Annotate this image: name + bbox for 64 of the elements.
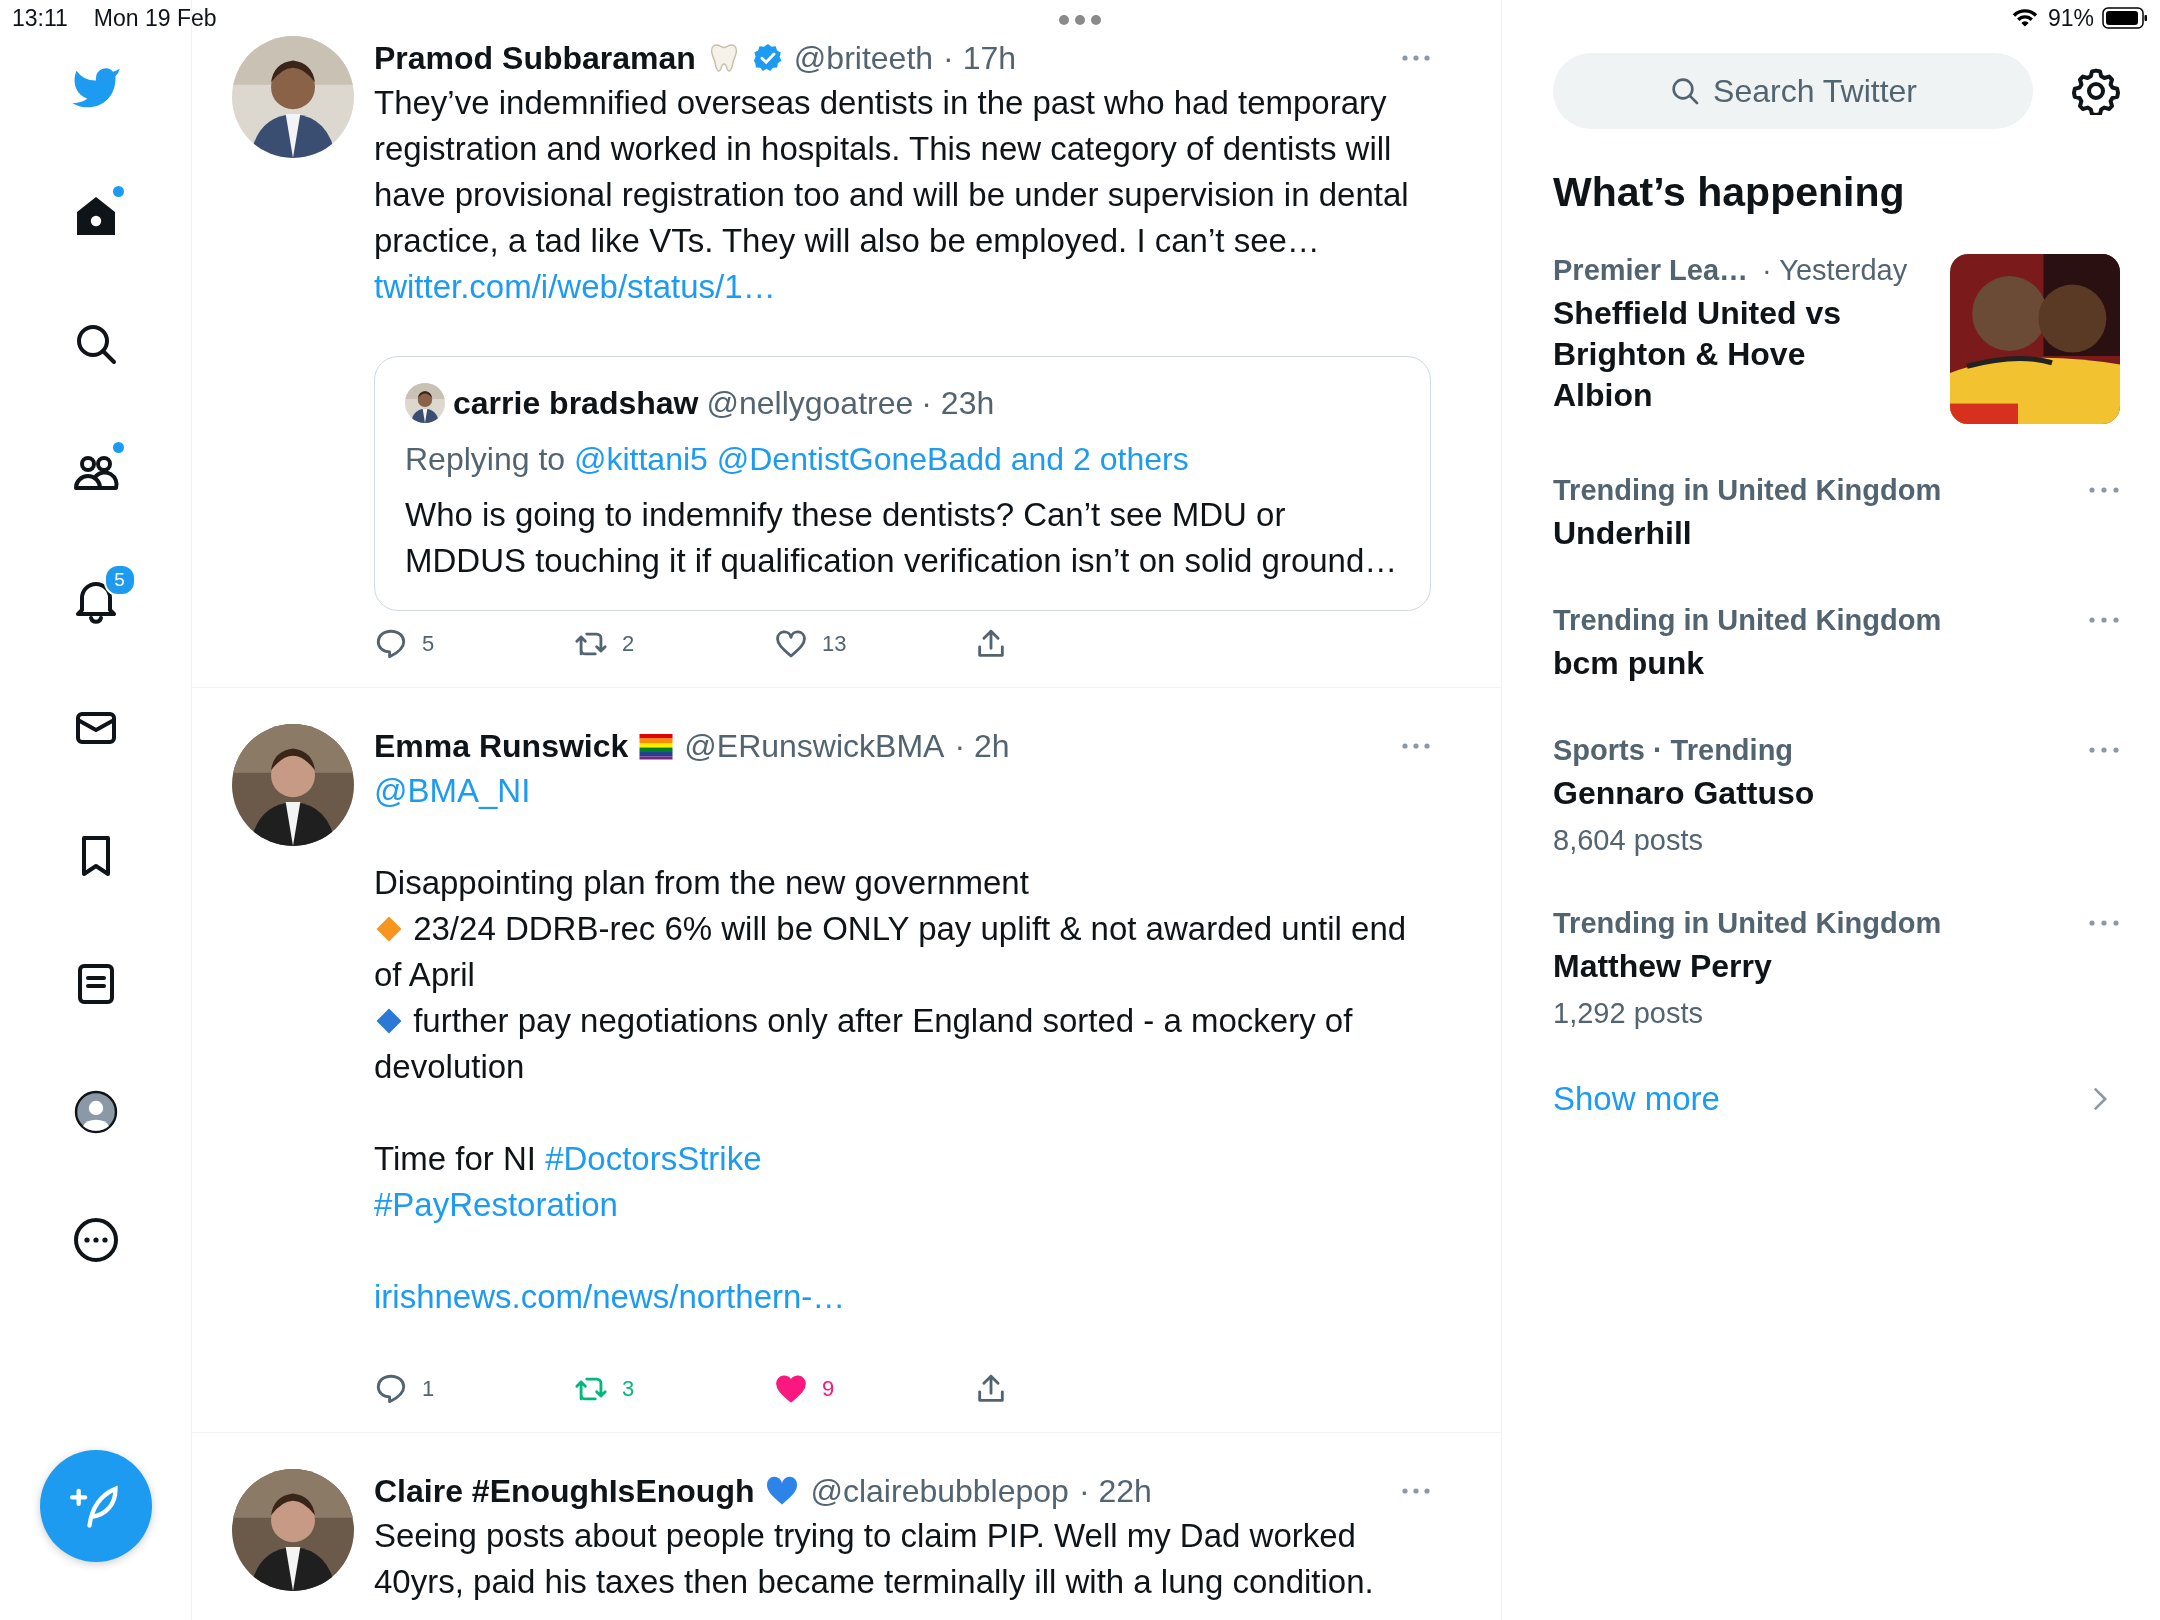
trend-item[interactable]: Trending in United Kingdom Matthew Perry 1,292 posts [1553, 907, 2120, 1030]
author-handle[interactable]: @clairebubblepop [810, 1472, 1069, 1510]
replying-to-text: Replying to @kittani5 @DentistGoneBadd and 2 others [405, 441, 1190, 478]
tweet-text: Time for NI #DoctorsStrike [374, 1139, 763, 1179]
trend-item[interactable]: Sports · Trending Gennaro Gattuso 8,604 posts [1553, 734, 2120, 857]
settings-icon[interactable] [2072, 67, 2120, 115]
trend-category: Premier Lea… [1553, 254, 1749, 286]
section-heading: What’s happening [1553, 169, 1906, 216]
action-count: 1 [422, 1376, 435, 1402]
author-name[interactable]: Pramod Subbaraman [374, 39, 696, 77]
more-options-icon[interactable] [2088, 744, 2120, 756]
author-name[interactable]: Claire #EnoughIsEnough [374, 1472, 755, 1510]
more-options-icon[interactable] [1401, 54, 1431, 62]
trend-title: Matthew Perry [1553, 947, 1773, 986]
more-options-icon[interactable] [1401, 1487, 1431, 1495]
trend-title: bcm punk [1553, 644, 1706, 683]
trend-item[interactable]: Trending in United Kingdom Underhill [1553, 474, 2120, 554]
compose-button[interactable] [40, 1450, 152, 1562]
more-options-icon[interactable] [2088, 917, 2120, 929]
tweet-time: · 22h [1078, 1472, 1152, 1510]
more-options-icon[interactable] [2088, 614, 2120, 626]
status-date: Mon 19 Feb [93, 4, 217, 32]
author-handle[interactable]: @ERunswickBMA [684, 727, 945, 765]
tweet-time: · 17h [943, 39, 1016, 77]
author-name[interactable]: Emma Runswick [374, 727, 629, 765]
battery-icon [2102, 7, 2148, 29]
author-handle[interactable]: @nellygoatree [706, 384, 914, 422]
tweet-text: Seeing posts about people trying to claim PIP. Well my Dad worked 40yrs, paid his taxes then became terminally ill with a lung condition. [374, 1516, 1375, 1602]
trend-time: · Yesterday [1762, 254, 1908, 286]
tweet-text: They’ve indemnified overseas dentists in the past who had temporary registration and worked in hospitals. This new category of dentists will have provisional registration too and will be under supervision in dental practice, a tad like VTs. They will also be employed. I can’t see… [374, 83, 1410, 261]
post-count: 8,604 posts [1553, 824, 1704, 857]
quoted-tweet-text: Who is going to indemnify these dentists? Can’t see MDU or MDDUS touching it if qualification verification isn’t on solid ground… [405, 495, 1399, 581]
action-count: 13 [822, 631, 847, 657]
trend-title: Underhill [1553, 514, 1693, 553]
tweet-text: Disappointing plan from the new government [374, 863, 1030, 903]
more-options-icon[interactable] [1401, 742, 1431, 750]
multitasking-dots-icon[interactable] [1058, 14, 1102, 26]
author-handle[interactable]: @briteeth [793, 39, 934, 77]
reply-icon[interactable] [374, 627, 408, 661]
tweet-text: further pay negotiations only after England sorted - a mockery of devolution [374, 1002, 1353, 1085]
reply-icon[interactable] [374, 1372, 408, 1406]
trend-category: Sports · Trending [1553, 734, 1794, 766]
tweet-time: · 2h [954, 727, 1010, 765]
trend-category: Trending in United Kingdom [1553, 907, 1942, 939]
trend-item[interactable]: Trending in United Kingdom bcm punk [1553, 604, 2120, 684]
author-name[interactable]: carrie bradshaw [453, 384, 699, 422]
action-count: 9 [822, 1376, 835, 1402]
trend-item[interactable]: Premier Lea… · Yesterday Sheffield United vs Brighton & Hove Albion [1553, 254, 2120, 424]
trend-title: Gennaro Gattuso [1553, 774, 1816, 813]
search-field[interactable]: Search Twitter [1553, 53, 2033, 129]
action-count: 5 [422, 631, 435, 657]
action-count: 3 [622, 1376, 635, 1402]
tweet-time: · 23h [921, 384, 995, 422]
more-options-icon[interactable] [2088, 484, 2120, 496]
trend-category: Trending in United Kingdom [1553, 474, 1942, 506]
battery-percent: 91% [2047, 4, 2094, 32]
post-count: 1,292 posts [1553, 997, 1704, 1030]
status-time: 13:11 [12, 4, 68, 32]
more-icon[interactable] [71, 1216, 120, 1264]
trend-category: Trending in United Kingdom [1553, 604, 1942, 636]
quoted-tweet-card[interactable] [374, 356, 1431, 611]
notification-badge: 5 [103, 564, 136, 596]
trend-title: Sheffield United vs Brighton & Hove Albion [1553, 294, 1843, 415]
action-count: 2 [622, 631, 635, 657]
